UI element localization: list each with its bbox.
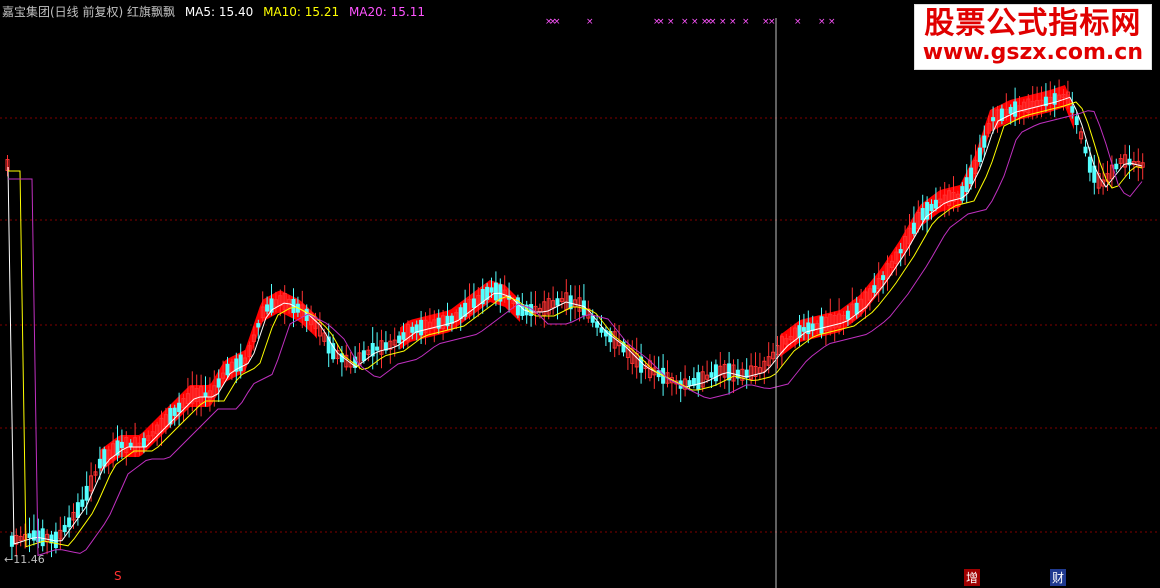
signal-cross-mark: ×	[586, 17, 594, 27]
candle-body	[801, 327, 806, 332]
watermark-url: www.gszx.com.cn	[922, 40, 1143, 65]
ma20-label: MA20: 15.11	[348, 5, 425, 19]
candle-body	[31, 530, 36, 541]
candle-body	[75, 502, 80, 518]
ma10-label: MA10: 15.21	[263, 5, 340, 19]
candle-body	[458, 307, 463, 319]
signal-cross-mark: ×	[667, 17, 675, 27]
candle-body	[62, 524, 67, 533]
candle-body	[920, 208, 925, 221]
candle-body	[401, 332, 406, 340]
candle-body	[40, 528, 45, 547]
candle-body	[265, 304, 270, 312]
candle-body	[419, 319, 424, 336]
event-marker-cai[interactable]: 财	[1050, 569, 1067, 586]
candle-body	[1087, 156, 1092, 173]
candle-body	[102, 449, 107, 467]
candle-body	[1127, 158, 1132, 166]
candle-body	[67, 517, 72, 528]
candle-body	[991, 117, 996, 122]
chart-area[interactable]: × × × × × × × × × × × × × × × × × × × ×	[0, 0, 1160, 588]
candle-body	[397, 335, 402, 344]
signal-cross-mark: ×	[709, 17, 717, 27]
candle-body	[203, 392, 208, 398]
candle-body	[555, 298, 560, 306]
candle-body	[911, 222, 916, 234]
signal-cross-mark: ×	[719, 17, 727, 27]
kline-chart[interactable]: ××× × ×× × × × ××× × × × ×× × × ×	[0, 0, 1160, 588]
candle-body	[177, 402, 182, 413]
candle-body	[225, 363, 230, 376]
low-price-label: ←11.46	[4, 553, 45, 566]
candle-body	[1008, 106, 1013, 114]
candle-body	[128, 442, 133, 448]
candle-body	[80, 499, 85, 507]
candle-body	[929, 203, 934, 212]
candle-body	[238, 354, 243, 372]
candle-body	[410, 326, 415, 333]
signal-cross-mark: ×	[828, 17, 836, 27]
candle-body	[256, 323, 261, 328]
candle-body	[9, 535, 14, 547]
candle-body	[713, 364, 718, 382]
candle-body	[84, 485, 89, 501]
watermark-title: 股票公式指标网	[924, 6, 1142, 41]
signal-cross-mark: ×	[794, 17, 802, 27]
candle-body	[119, 441, 124, 449]
signal-cross-mark: ×	[553, 17, 561, 27]
candle-body	[49, 534, 54, 544]
candle-body	[493, 282, 498, 301]
candle-body	[709, 372, 714, 378]
candle-body	[881, 275, 886, 281]
candle-body	[687, 380, 692, 386]
candle-body	[1074, 116, 1079, 126]
candle-body	[489, 287, 494, 293]
candle-body	[872, 285, 877, 293]
chart-header: 嘉宝集团(日线 前复权) 红旗飘飘 MA5: 15.40 MA10: 15.21…	[2, 3, 431, 20]
signal-cross-mark: ×	[768, 17, 776, 27]
stock-title: 嘉宝集团(日线 前复权) 红旗飘飘	[2, 5, 175, 19]
candle-body	[933, 199, 938, 209]
event-marker-s[interactable]: S	[112, 569, 124, 583]
candle-body	[977, 147, 982, 162]
candle-body	[810, 323, 815, 331]
candle-body	[969, 167, 974, 184]
candle-body	[375, 346, 380, 351]
candle-body	[599, 327, 604, 333]
candle-body	[854, 302, 859, 315]
candle-body	[1114, 163, 1119, 170]
candle-body	[898, 249, 903, 254]
candle-body	[141, 438, 146, 448]
candle-body	[172, 407, 177, 416]
candle-body	[53, 531, 58, 549]
candle-body	[216, 378, 221, 388]
candle-body	[97, 458, 102, 469]
signal-cross-mark: ×	[729, 17, 737, 27]
event-marker-zeng[interactable]: 增	[964, 569, 981, 586]
candle-body	[1070, 106, 1075, 113]
candle-body	[819, 316, 824, 334]
signal-cross-mark: ×	[691, 17, 699, 27]
candle-body	[1083, 146, 1088, 154]
signal-cross-mark: ×	[818, 17, 826, 27]
candle-body	[845, 310, 850, 320]
candle-body	[1013, 101, 1018, 117]
signal-cross-mark: ×	[657, 17, 665, 27]
candle-body	[361, 350, 366, 362]
signal-cross-mark: ×	[742, 17, 750, 27]
candle-body	[982, 135, 987, 148]
candle-body	[27, 533, 32, 538]
ma5-label: MA5: 15.40	[184, 5, 254, 19]
candle-body	[471, 298, 476, 308]
candle-body	[696, 372, 701, 390]
signal-cross-mark: ×	[681, 17, 689, 27]
watermark-logo: 股票公式指标网 www.gszx.com.cn	[913, 4, 1152, 70]
candle-body	[964, 177, 969, 192]
